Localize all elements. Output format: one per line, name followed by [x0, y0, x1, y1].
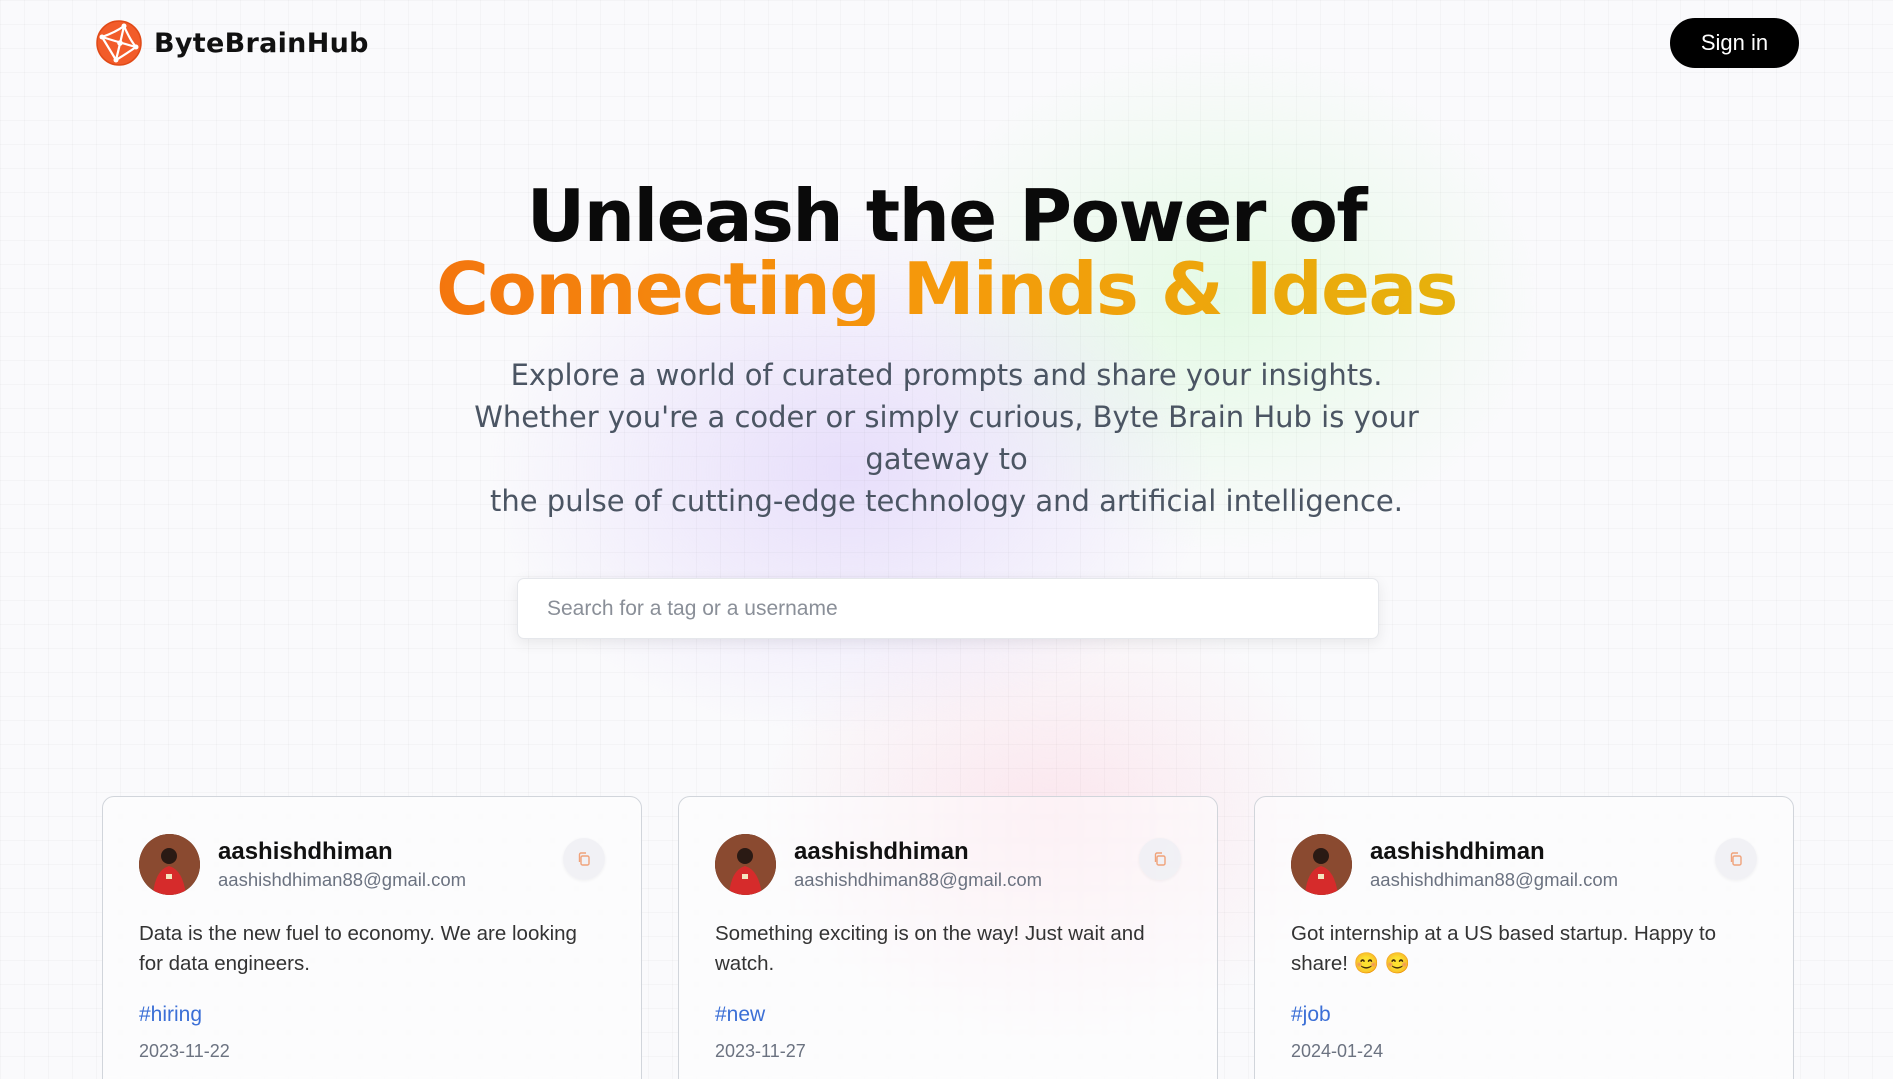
- prompt-tag[interactable]: #new: [715, 1003, 1181, 1027]
- hero-title-line1: Unleash the Power of: [526, 174, 1368, 258]
- prompt-date: 2024-01-24: [1291, 1041, 1384, 1061]
- hero-description-line: the pulse of cutting-edge technology and…: [489, 484, 1403, 518]
- username: aashishdhiman: [218, 837, 393, 865]
- prompt-text: Data is the new fuel to economy. We are …: [139, 922, 577, 975]
- brand-logo-icon: [96, 20, 142, 66]
- username: aashishdhiman: [1370, 837, 1545, 865]
- search-input[interactable]: [517, 578, 1379, 639]
- avatar-photo: [139, 833, 200, 895]
- avatar-photo: [1291, 833, 1352, 895]
- card-header[interactable]: aashishdhiman aashishdhiman88@gmail.com: [1291, 833, 1757, 895]
- copy-button[interactable]: [563, 838, 605, 880]
- user-info: aashishdhiman aashishdhiman88@gmail.com: [1370, 838, 1618, 891]
- avatar[interactable]: [715, 833, 776, 895]
- user-info: aashishdhiman aashishdhiman88@gmail.com: [218, 838, 466, 891]
- hero-title: Unleash the Power of Connecting Minds & …: [0, 180, 1893, 326]
- prompt-card: aashishdhiman aashishdhiman88@gmail.com …: [1254, 796, 1794, 1079]
- hero-title-gradient: Connecting Minds & Ideas: [436, 247, 1458, 331]
- copy-icon: [578, 852, 590, 866]
- user-email: aashishdhiman88@gmail.com: [218, 868, 467, 890]
- sign-in-button[interactable]: Sign in: [1670, 18, 1799, 68]
- user-email: aashishdhiman88@gmail.com: [794, 868, 1043, 890]
- copy-button[interactable]: [1139, 838, 1181, 880]
- hero-description-line: Explore a world of curated prompts and s…: [510, 358, 1383, 392]
- copy-icon: [1154, 852, 1166, 866]
- avatar[interactable]: [1291, 833, 1352, 895]
- prompt-text: Something exciting is on the way! Just w…: [715, 922, 1145, 975]
- top-navbar: ByteBrainHub Sign in: [0, 0, 1893, 86]
- card-header[interactable]: aashishdhiman aashishdhiman88@gmail.com: [715, 833, 1181, 895]
- user-email: aashishdhiman88@gmail.com: [1370, 868, 1619, 890]
- username: aashishdhiman: [794, 837, 969, 865]
- brand-logo-link[interactable]: ByteBrainHub: [96, 20, 369, 66]
- prompt-tag[interactable]: #job: [1291, 1003, 1757, 1027]
- prompt-card: aashishdhiman aashishdhiman88@gmail.com …: [678, 796, 1218, 1079]
- hero-description-line: Whether you're a coder or simply curious…: [474, 400, 1419, 476]
- prompt-date: 2023-11-22: [139, 1041, 230, 1061]
- prompt-tag[interactable]: #hiring: [139, 1003, 605, 1027]
- copy-icon: [1730, 852, 1742, 866]
- copy-button[interactable]: [1715, 838, 1757, 880]
- hero-section: Unleash the Power of Connecting Minds & …: [0, 180, 1893, 522]
- avatar[interactable]: [139, 833, 200, 895]
- prompt-text: Got internship at a US based startup. Ha…: [1291, 922, 1717, 975]
- card-header[interactable]: aashishdhiman aashishdhiman88@gmail.com: [139, 833, 605, 895]
- user-info: aashishdhiman aashishdhiman88@gmail.com: [794, 838, 1042, 891]
- prompt-card: aashishdhiman aashishdhiman88@gmail.com …: [102, 796, 642, 1079]
- prompt-date: 2023-11-27: [715, 1041, 806, 1061]
- brand-name: ByteBrainHub: [154, 27, 369, 59]
- hero-description: Explore a world of curated prompts and s…: [442, 354, 1452, 522]
- avatar-photo: [715, 833, 776, 895]
